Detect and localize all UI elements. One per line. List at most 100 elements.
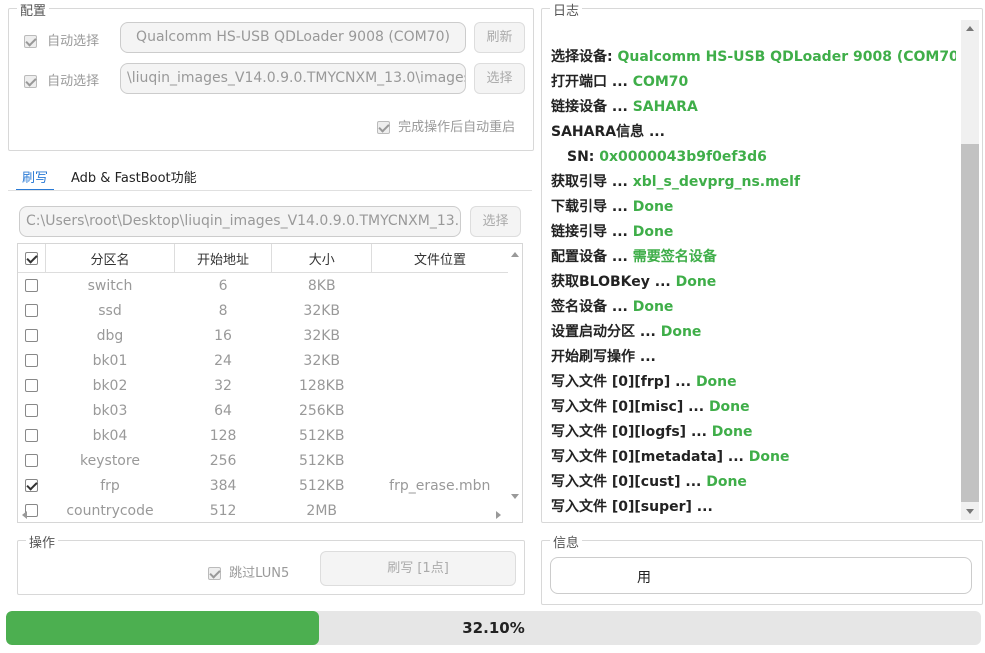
table-row[interactable]: bk03 64 256KB	[18, 398, 508, 423]
scroll-down-arrow-icon[interactable]	[511, 494, 519, 499]
checkbox-box[interactable]	[24, 35, 37, 48]
scroll-left-arrow-icon[interactable]	[22, 511, 27, 519]
table-row[interactable]: bk04 128 512KB	[18, 423, 508, 448]
cell-start: 24	[214, 352, 232, 369]
row-checkbox[interactable]	[25, 354, 39, 367]
table-row[interactable]: ssd 8 32KB	[18, 298, 508, 323]
log-value: Done	[632, 199, 674, 215]
tab-adb-fastboot[interactable]: Adb & FastBoot功能	[71, 167, 197, 186]
log-label: 签名设备 ...	[551, 299, 633, 315]
column-header-start[interactable]: 开始地址	[174, 244, 273, 273]
row-select-cell[interactable]	[18, 473, 46, 498]
log-label: 设置启动分区 ...	[551, 324, 661, 340]
row-select-cell[interactable]	[18, 448, 46, 473]
cell-size: 32KB	[303, 327, 341, 344]
checkbox-box[interactable]	[377, 121, 390, 134]
row-checkbox[interactable]	[25, 454, 39, 467]
log-value: Done	[695, 374, 737, 390]
image-path-field[interactable]: \liuqin_images_V14.0.9.0.TMYCNXM_13.0\im…	[120, 63, 466, 94]
log-scroll-down-icon[interactable]	[966, 509, 974, 514]
table-row[interactable]: dbg 16 32KB	[18, 323, 508, 348]
cell-name: bk02	[92, 377, 128, 394]
row-checkbox[interactable]	[25, 429, 39, 442]
log-line: 写入文件 [0][logfs] ... Done	[551, 420, 956, 445]
info-button[interactable]: 用	[550, 557, 972, 594]
row-select-cell[interactable]	[18, 348, 46, 373]
skip-lun5-checkbox[interactable]: 跳过LUN5	[208, 562, 289, 581]
table-row[interactable]: bk01 24 32KB	[18, 348, 508, 373]
row-select-cell[interactable]	[18, 398, 46, 423]
cell-name: bk03	[92, 402, 128, 419]
row-select-cell[interactable]	[18, 298, 46, 323]
table-horizontal-scrollbar[interactable]	[18, 508, 508, 521]
log-label: 打开端口 ...	[551, 74, 633, 90]
log-line: SAHARA信息 ...	[551, 120, 956, 145]
log-value: SAHARA	[632, 99, 698, 115]
table-row[interactable]: frp 384 512KB frp_erase.mbn	[18, 473, 508, 498]
auto-select-path-checkbox[interactable]: 自动选择	[24, 70, 99, 89]
log-label: 开始刷写操作 ...	[551, 349, 656, 365]
device-field[interactable]: Qualcomm HS-USB QDLoader 9008 (COM70)	[120, 22, 466, 53]
table-row[interactable]: switch 6 8KB	[18, 273, 508, 299]
log-line: 写入文件 [0][super] ...	[551, 495, 956, 520]
column-header-size[interactable]: 大小	[271, 244, 373, 273]
cell-file	[372, 373, 508, 398]
select-path-button[interactable]: 选择	[474, 63, 525, 94]
flash-select-button[interactable]: 选择	[470, 206, 521, 237]
log-scroll-thumb[interactable]	[961, 144, 979, 502]
log-value: Done	[675, 274, 717, 290]
row-checkbox[interactable]	[25, 404, 39, 417]
cell-name: bk04	[92, 427, 128, 444]
row-checkbox[interactable]	[25, 479, 39, 492]
log-value: Done	[706, 474, 747, 490]
log-line: 打开端口 ... COM70	[551, 70, 956, 95]
select-all-checkbox[interactable]	[25, 251, 39, 265]
log-value: Done	[632, 224, 674, 240]
row-checkbox[interactable]	[25, 304, 39, 317]
row-checkbox[interactable]	[25, 279, 39, 292]
refresh-button[interactable]: 刷新	[474, 22, 525, 53]
checkbox-box[interactable]	[208, 567, 221, 580]
log-value: 需要签名设备	[632, 249, 717, 265]
cell-start: 16	[214, 327, 232, 344]
log-line: 写入文件 [0][misc] ... Done	[551, 395, 956, 420]
auto-select-path-label: 自动选择	[47, 74, 100, 89]
flash-path-field[interactable]: C:\Users\root\Desktop\liuqin_images_V14.…	[19, 206, 461, 237]
log-value: xbl_s_devprg_ns.melf	[632, 174, 801, 190]
auto-select-device-checkbox[interactable]: 自动选择	[24, 30, 99, 49]
flash-button[interactable]: 刷写 [1点]	[320, 551, 516, 586]
row-checkbox[interactable]	[25, 379, 39, 392]
cell-file	[372, 298, 508, 323]
table-vertical-scrollbar[interactable]	[508, 246, 521, 506]
scroll-up-arrow-icon[interactable]	[511, 252, 519, 257]
row-select-cell[interactable]	[18, 323, 46, 348]
progress-label: 32.10%	[462, 619, 525, 637]
log-label: 下载引导 ...	[551, 199, 633, 215]
log-scrollbar[interactable]	[961, 20, 979, 520]
cell-name: keystore	[80, 452, 140, 469]
log-line: 获取引导 ... xbl_s_devprg_ns.melf	[551, 170, 956, 195]
row-select-cell[interactable]	[18, 273, 46, 299]
log-scroll-up-icon[interactable]	[966, 26, 974, 31]
column-header-name[interactable]: 分区名	[45, 244, 175, 273]
cell-size: 512KB	[298, 427, 345, 444]
log-value: 0x0000043b9f0ef3d6	[599, 149, 767, 165]
tab-flash[interactable]: 刷写	[22, 167, 48, 186]
row-select-cell[interactable]	[18, 423, 46, 448]
cell-start: 64	[214, 402, 232, 419]
auto-reboot-checkbox[interactable]: 完成操作后自动重启	[377, 116, 515, 135]
table-row[interactable]: keystore 256 512KB	[18, 448, 508, 473]
row-select-cell[interactable]	[18, 373, 46, 398]
info-button-text: 用	[637, 570, 651, 586]
log-label: SN:	[567, 149, 600, 165]
row-checkbox[interactable]	[25, 329, 39, 342]
log-line: 配置设备 ... 需要签名设备	[551, 245, 956, 270]
header-select-all[interactable]	[18, 244, 47, 273]
cell-start: 128	[209, 427, 237, 444]
column-header-file[interactable]: 文件位置	[371, 244, 508, 273]
checkbox-box[interactable]	[24, 75, 37, 88]
log-line: 签名设备 ... Done	[551, 295, 956, 320]
info-group-title: 信息	[550, 532, 583, 551]
scroll-right-arrow-icon[interactable]	[496, 511, 501, 519]
table-row[interactable]: bk02 32 128KB	[18, 373, 508, 398]
